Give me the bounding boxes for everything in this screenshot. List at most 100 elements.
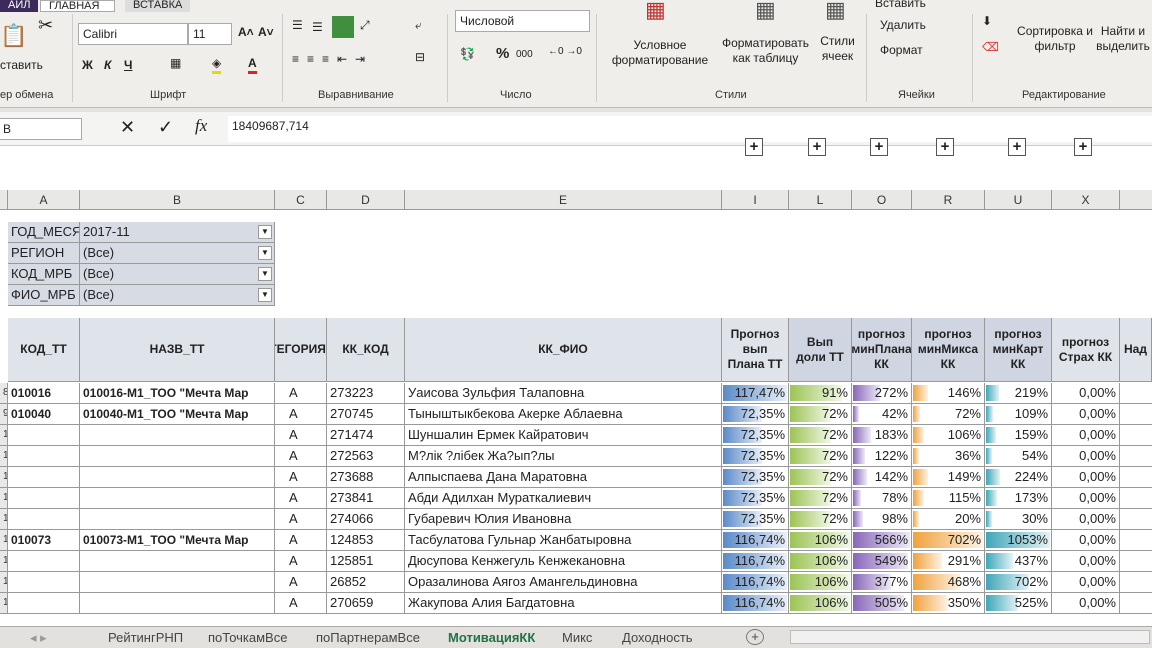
cell-nazv[interactable]: [80, 572, 275, 593]
sheet-tab[interactable]: Доходность: [622, 630, 693, 645]
cell-empty[interactable]: [1120, 551, 1152, 572]
cell-X[interactable]: 0,00%: [1052, 404, 1120, 425]
clear-icon[interactable]: ⌫: [982, 40, 999, 55]
cell-kod[interactable]: 010040: [8, 404, 80, 425]
column-header-I[interactable]: I: [722, 190, 789, 210]
cell-X[interactable]: 0,00%: [1052, 425, 1120, 446]
row-number[interactable]: 14: [0, 509, 8, 530]
cell-I[interactable]: 116,74%: [722, 530, 789, 551]
cell-I[interactable]: 72,35%: [722, 446, 789, 467]
cell-R[interactable]: 36%: [912, 446, 985, 467]
expand-column-button[interactable]: +: [936, 138, 954, 156]
row-number[interactable]: 13: [0, 488, 8, 509]
column-header-X[interactable]: X: [1052, 190, 1120, 210]
sheet-tab[interactable]: поТочкамВсе: [208, 630, 287, 645]
cell-O[interactable]: 566%: [852, 530, 912, 551]
format-as-table-button[interactable]: Форматировать как таблицу: [718, 36, 813, 66]
cell-kod[interactable]: [8, 488, 80, 509]
cell-fio[interactable]: Шуншалин Ермек Кайратович: [405, 425, 722, 446]
row-number[interactable]: 15: [0, 530, 8, 551]
sheet-tab[interactable]: поПартнерамВсе: [316, 630, 420, 645]
enter-icon[interactable]: ✓: [158, 118, 173, 136]
row-number[interactable]: 17: [0, 572, 8, 593]
cell-L[interactable]: 106%: [789, 572, 852, 593]
cell-U[interactable]: 219%: [985, 383, 1052, 404]
cell-kk[interactable]: 270745: [327, 404, 405, 425]
filter-value[interactable]: (Все) ▼: [80, 243, 275, 264]
cell-nazv[interactable]: [80, 593, 275, 614]
row-number[interactable]: 9: [0, 404, 8, 425]
tab-insert[interactable]: ВСТАВКА: [125, 0, 191, 12]
column-title[interactable]: прогноз минМикса КК: [912, 318, 985, 382]
cell-I[interactable]: 117,47%: [722, 383, 789, 404]
cell-fio[interactable]: Тыныштыкбекова Акерке Аблаевна: [405, 404, 722, 425]
column-header-C[interactable]: C: [275, 190, 327, 210]
expand-column-button[interactable]: +: [1074, 138, 1092, 156]
insert-cells-button[interactable]: Вставить: [875, 0, 926, 11]
column-title[interactable]: прогноз Страх КК: [1052, 318, 1120, 382]
cell-R[interactable]: 115%: [912, 488, 985, 509]
cell-O[interactable]: 78%: [852, 488, 912, 509]
cell-empty[interactable]: [1120, 467, 1152, 488]
cell-L[interactable]: 72%: [789, 509, 852, 530]
cell-kk[interactable]: 273688: [327, 467, 405, 488]
column-header-E[interactable]: E: [405, 190, 722, 210]
cell-R[interactable]: 20%: [912, 509, 985, 530]
wrap-text-icon[interactable]: ⤶: [415, 18, 422, 33]
expand-column-button[interactable]: +: [870, 138, 888, 156]
column-header-L[interactable]: L: [789, 190, 852, 210]
cell-fio[interactable]: Жакупова Алия Багдатовна: [405, 593, 722, 614]
cell-L[interactable]: 106%: [789, 530, 852, 551]
cancel-icon[interactable]: ✕: [120, 118, 135, 136]
thousands-button[interactable]: 000: [516, 47, 533, 62]
cell-fio[interactable]: Дюсупова Кенжегуль Кенжекановна: [405, 551, 722, 572]
cell-kod[interactable]: [8, 509, 80, 530]
cell-empty[interactable]: [1120, 593, 1152, 614]
cell-cat[interactable]: A: [275, 530, 327, 551]
cell-kk[interactable]: 271474: [327, 425, 405, 446]
format-table-icon[interactable]: ▦: [755, 0, 776, 21]
paste-button[interactable]: ставить: [0, 58, 43, 73]
align-middle-icon[interactable]: ☰: [312, 20, 323, 35]
cell-U[interactable]: 702%: [985, 572, 1052, 593]
cell-cat[interactable]: A: [275, 425, 327, 446]
expand-column-button[interactable]: +: [1008, 138, 1026, 156]
tab-home[interactable]: ГЛАВНАЯ: [40, 0, 115, 12]
cell-R[interactable]: 106%: [912, 425, 985, 446]
column-title[interactable]: Прогноз вып Плана ТТ: [722, 318, 789, 382]
cell-cat[interactable]: A: [275, 551, 327, 572]
cell-I[interactable]: 116,74%: [722, 551, 789, 572]
cell-U[interactable]: 30%: [985, 509, 1052, 530]
cell-nazv[interactable]: [80, 551, 275, 572]
cell-O[interactable]: 272%: [852, 383, 912, 404]
orientation-icon[interactable]: ⤢: [360, 18, 370, 33]
align-top-icon[interactable]: ☰: [292, 18, 303, 33]
cell-X[interactable]: 0,00%: [1052, 488, 1120, 509]
cell-fio[interactable]: Алпыспаева Дана Маратовна: [405, 467, 722, 488]
cell-I[interactable]: 72,35%: [722, 425, 789, 446]
cell-empty[interactable]: [1120, 425, 1152, 446]
cell-cat[interactable]: A: [275, 488, 327, 509]
cell-I[interactable]: 72,35%: [722, 467, 789, 488]
cell-X[interactable]: 0,00%: [1052, 593, 1120, 614]
column-title[interactable]: КАТЕГОРИЯ_ТТ: [275, 318, 327, 382]
column-title[interactable]: Вып доли ТТ: [789, 318, 852, 382]
cell-cat[interactable]: A: [275, 404, 327, 425]
cell-kod[interactable]: [8, 572, 80, 593]
cell-X[interactable]: 0,00%: [1052, 446, 1120, 467]
new-sheet-button[interactable]: +: [746, 629, 764, 645]
sheet-tab[interactable]: МотивацияКК: [448, 630, 535, 645]
cell-L[interactable]: 106%: [789, 593, 852, 614]
paste-icon[interactable]: 📋: [0, 25, 27, 47]
cell-U[interactable]: 1053%: [985, 530, 1052, 551]
cell-empty[interactable]: [1120, 509, 1152, 530]
cell-empty[interactable]: [1120, 488, 1152, 509]
cut-icon[interactable]: ✂: [38, 16, 53, 34]
cell-L[interactable]: 106%: [789, 551, 852, 572]
row-number[interactable]: 12: [0, 467, 8, 488]
cell-R[interactable]: 149%: [912, 467, 985, 488]
row-number[interactable]: 8: [0, 383, 8, 404]
cell-cat[interactable]: A: [275, 593, 327, 614]
cell-I[interactable]: 72,35%: [722, 509, 789, 530]
row-number[interactable]: 18: [0, 593, 8, 614]
